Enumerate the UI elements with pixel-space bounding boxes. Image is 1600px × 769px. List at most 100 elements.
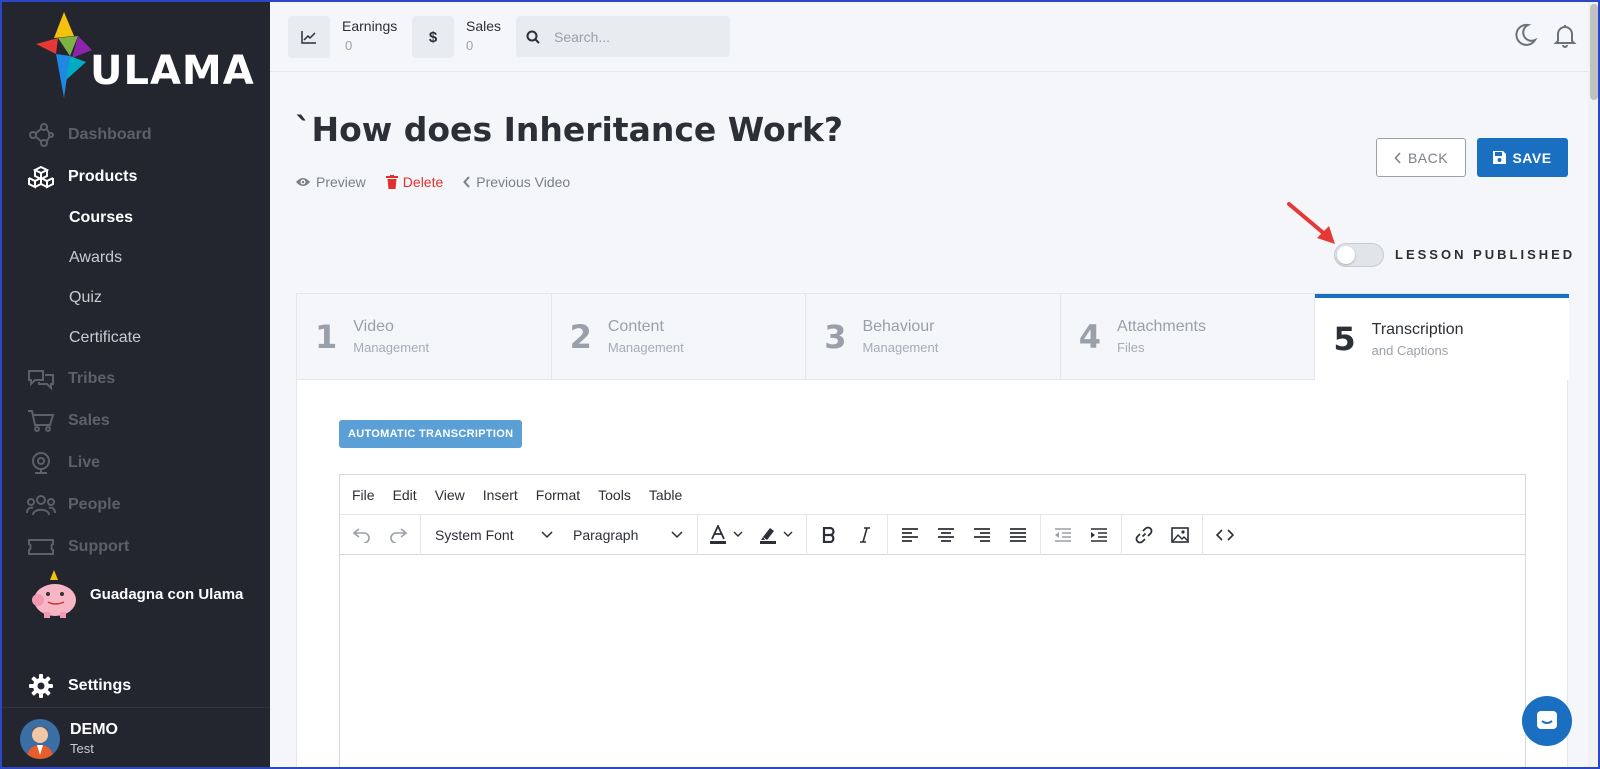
align-left-icon[interactable] <box>892 519 928 551</box>
lesson-published-label: LESSON PUBLISHED <box>1395 247 1576 262</box>
previous-video-label: Previous Video <box>476 174 571 190</box>
alignment-group <box>888 514 1041 555</box>
sidebar-item-settings[interactable]: Settings <box>26 671 131 701</box>
automatic-transcription-button[interactable]: AUTOMATIC TRANSCRIPTION <box>339 420 523 448</box>
sidebar-item-tribes[interactable]: Tribes <box>26 364 115 394</box>
indent-icon[interactable] <box>1081 519 1117 551</box>
tab-video[interactable]: 1 Video Management <box>297 294 552 380</box>
brand-name: ULAMA <box>90 48 255 94</box>
sidebar-item-sales[interactable]: Sales <box>26 406 110 436</box>
insert-group <box>1122 514 1203 555</box>
sidebar-item-live[interactable]: Live <box>26 448 100 478</box>
sidebar-item-dashboard[interactable]: Dashboard <box>26 120 152 150</box>
tab-title: Video <box>353 318 394 335</box>
earnings-button[interactable] <box>288 16 330 58</box>
piggy-bank-icon <box>32 570 76 618</box>
brand-logo[interactable]: ULAMA <box>34 10 254 100</box>
format-select-group: System Font Paragraph <box>421 514 698 555</box>
highlight-color-icon[interactable] <box>752 519 802 551</box>
tab-number: 2 <box>569 317 592 356</box>
block-format-select[interactable]: Paragraph <box>563 519 693 551</box>
chat-bubble-icon <box>1537 711 1557 729</box>
align-justify-icon[interactable] <box>1000 519 1036 551</box>
link-icon[interactable] <box>1126 519 1162 551</box>
menu-edit[interactable]: Edit <box>393 487 417 503</box>
sidebar-subitem-quiz[interactable]: Quiz <box>69 286 102 310</box>
tab-subtitle: Management <box>607 340 684 355</box>
tab-title: Behaviour <box>862 318 935 335</box>
sidebar: ULAMA Dashboard Products Courses Awards … <box>0 0 270 769</box>
text-color-icon[interactable] <box>702 519 752 551</box>
tab-attachments[interactable]: 4 Attachments Files <box>1060 294 1316 380</box>
code-group <box>1203 515 1247 555</box>
menu-file[interactable]: File <box>352 487 375 503</box>
sales-button[interactable]: $ <box>412 16 454 58</box>
earn-promo-link[interactable]: Guadagna con Ulama <box>28 568 243 620</box>
tab-transcription[interactable]: 5 Transcription and Captions <box>1315 294 1569 380</box>
sidebar-item-people[interactable]: People <box>26 490 120 520</box>
user-role: Test <box>70 741 94 756</box>
lesson-actions: Preview Delete Previous Video <box>295 174 590 190</box>
chevron-left-icon <box>1394 151 1401 164</box>
chevron-down-icon <box>541 530 553 538</box>
lesson-editor-card: 1 Video Management 2 Content Management 3 … <box>296 293 1569 769</box>
menu-insert[interactable]: Insert <box>483 487 518 503</box>
user-profile[interactable]: DEMO Test <box>0 707 270 769</box>
block-format-value: Paragraph <box>573 526 639 543</box>
avatar <box>20 718 60 759</box>
editor-content-area[interactable] <box>340 555 1525 769</box>
people-icon <box>26 493 56 517</box>
save-label: SAVE <box>1512 149 1552 166</box>
bell-icon[interactable] <box>1552 22 1578 48</box>
menu-tools[interactable]: Tools <box>598 487 631 503</box>
cubes-icon <box>26 165 56 189</box>
back-label: BACK <box>1407 149 1449 166</box>
redo-icon[interactable] <box>380 519 416 551</box>
color-group <box>698 514 807 555</box>
tab-number: 1 <box>315 317 338 356</box>
ticket-icon <box>26 535 56 559</box>
delete-link[interactable]: Delete <box>385 174 443 190</box>
sidebar-item-products[interactable]: Products <box>26 162 137 192</box>
search-box[interactable] <box>516 16 730 57</box>
sidebar-subitem-awards[interactable]: Awards <box>69 246 122 270</box>
network-icon <box>26 123 56 147</box>
font-family-select[interactable]: System Font <box>425 519 563 551</box>
sidebar-item-support[interactable]: Support <box>26 532 129 562</box>
italic-icon[interactable] <box>847 519 883 551</box>
tab-subtitle: Management <box>862 340 939 355</box>
back-button[interactable]: BACK <box>1376 138 1466 177</box>
align-right-icon[interactable] <box>964 519 1000 551</box>
search-input[interactable] <box>554 28 704 45</box>
editor-menubar: File Edit View Insert Format Tools Table <box>340 475 1525 515</box>
tab-title: Content <box>607 318 664 335</box>
source-code-icon[interactable] <box>1207 519 1243 551</box>
lesson-published-toggle[interactable] <box>1334 243 1384 267</box>
tab-number: 5 <box>1333 320 1356 358</box>
scrollbar-thumb[interactable] <box>1590 4 1598 100</box>
menu-table[interactable]: Table <box>649 487 682 503</box>
sidebar-subitem-certificate[interactable]: Certificate <box>69 326 141 350</box>
sidebar-subitem-courses[interactable]: Courses <box>69 206 133 230</box>
dark-mode-moon-icon[interactable] <box>1512 22 1538 48</box>
tab-title: Transcription <box>1371 320 1464 338</box>
bold-icon[interactable] <box>811 519 847 551</box>
page-scrollbar[interactable] <box>1588 0 1600 769</box>
sidebar-item-label: Sales <box>68 412 110 429</box>
tab-behaviour[interactable]: 3 Behaviour Management <box>806 294 1061 380</box>
sidebar-item-label: People <box>68 496 121 513</box>
support-chat-button[interactable] <box>1522 696 1572 746</box>
tab-number: 3 <box>824 317 847 356</box>
eye-icon <box>296 178 310 186</box>
align-center-icon[interactable] <box>928 519 964 551</box>
previous-video-link[interactable]: Previous Video <box>463 174 570 190</box>
floppy-disk-icon <box>1493 151 1507 164</box>
menu-view[interactable]: View <box>435 487 465 503</box>
tab-content[interactable]: 2 Content Management <box>551 294 807 380</box>
preview-link[interactable]: Preview <box>295 174 366 190</box>
undo-icon[interactable] <box>344 519 380 551</box>
outdent-icon[interactable] <box>1045 519 1081 551</box>
menu-format[interactable]: Format <box>536 487 580 503</box>
image-icon[interactable] <box>1162 519 1198 551</box>
save-button[interactable]: SAVE <box>1477 138 1568 177</box>
